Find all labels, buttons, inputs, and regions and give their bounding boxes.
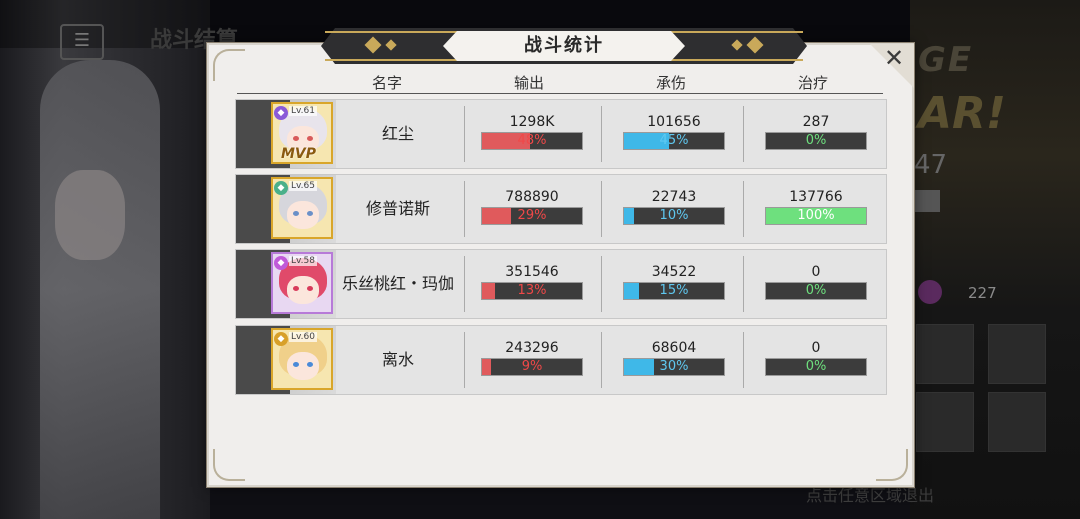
damage-bar: 48%: [481, 132, 583, 150]
column-divider: [743, 256, 744, 312]
character-name: 离水: [381, 350, 414, 369]
dialog-title: 战斗统计: [443, 31, 685, 61]
corner-ornament: [876, 449, 908, 481]
mvp-badge: MVP: [281, 146, 317, 162]
character-name: 红尘: [381, 124, 414, 143]
header-name: 名字: [371, 74, 402, 92]
side-value: 227: [968, 284, 997, 302]
damage-bar: 9%: [481, 358, 583, 376]
healing-bar: 100%: [765, 207, 867, 225]
class-icon: ◆: [274, 256, 288, 270]
avatar-face: [287, 201, 319, 229]
damage-value: 243296: [505, 340, 559, 356]
column-divider: [464, 256, 465, 312]
damage-taken-percent: 45%: [659, 133, 689, 148]
reward-slot: [916, 324, 974, 384]
close-icon[interactable]: ✕: [884, 44, 904, 72]
damage-bar: 13%: [481, 282, 583, 300]
column-divider: [743, 332, 744, 388]
healing-value: 0: [811, 340, 821, 356]
column-divider: [464, 106, 465, 162]
column-divider: [743, 106, 744, 162]
column-divider: [601, 256, 602, 312]
damage-taken-value: 101656: [647, 114, 701, 130]
table-row[interactable]: ◆ Lv.65 修普诺斯 788890 29% 22743 10% 137766…: [235, 174, 887, 244]
stage-text: GE: [918, 40, 974, 80]
clear-text: AR!: [918, 88, 1006, 139]
reward-slot: [988, 324, 1046, 384]
character-avatar[interactable]: ◆ Lv.65: [271, 177, 333, 239]
column-divider: [601, 106, 602, 162]
character-level: Lv.60: [289, 332, 317, 342]
damage-value: 1298K: [509, 114, 555, 130]
character-level: Lv.65: [289, 181, 317, 191]
damage-taken-bar: 15%: [623, 282, 725, 300]
header-divider: [237, 93, 883, 94]
column-divider: [464, 181, 465, 237]
dialog-title-bar: 战斗统计: [321, 28, 807, 64]
table-row[interactable]: ◆ Lv.61 MVP 红尘 1298K 48% 101656 45% 287 …: [235, 99, 887, 169]
header-damage-taken: 承伤: [655, 74, 686, 92]
column-divider: [743, 181, 744, 237]
character-avatar[interactable]: ◆ Lv.58: [271, 252, 333, 314]
character-level: Lv.58: [289, 256, 317, 266]
damage-value: 351546: [505, 264, 559, 280]
healing-bar: 0%: [765, 282, 867, 300]
damage-bar: 29%: [481, 207, 583, 225]
corner-ornament: [213, 449, 245, 481]
reward-slot: [916, 392, 974, 452]
class-icon: ◆: [274, 106, 288, 120]
result-menu-icon: ☰: [60, 24, 104, 60]
damage-percent: 13%: [517, 283, 547, 298]
column-divider: [601, 332, 602, 388]
character-avatar[interactable]: ◆ Lv.61 MVP: [271, 102, 333, 164]
healing-percent: 0%: [805, 359, 827, 374]
table-row[interactable]: ◆ Lv.58 乐丝桃红・玛伽 351546 13% 34522 15% 0 0…: [235, 249, 887, 319]
header-damage: 输出: [513, 74, 544, 92]
healing-percent: 0%: [805, 133, 827, 148]
side-number: 47: [914, 150, 948, 180]
character-name: 修普诺斯: [365, 199, 430, 218]
side-bar: [914, 190, 940, 212]
damage-taken-value: 22743: [651, 189, 697, 205]
header-healing: 治疗: [797, 74, 828, 92]
reward-orb-icon: [918, 280, 942, 304]
healing-value: 137766: [789, 189, 843, 205]
column-divider: [464, 332, 465, 388]
damage-taken-bar: 30%: [623, 358, 725, 376]
healing-percent: 0%: [805, 283, 827, 298]
avatar-face: [287, 352, 319, 380]
character-face: [55, 170, 125, 260]
damage-taken-value: 34522: [651, 264, 697, 280]
healing-value: 287: [802, 114, 830, 130]
class-icon: ◆: [274, 332, 288, 346]
damage-value: 788890: [505, 189, 559, 205]
damage-taken-percent: 30%: [659, 359, 689, 374]
damage-percent: 48%: [517, 133, 547, 148]
character-avatar[interactable]: ◆ Lv.60: [271, 328, 333, 390]
corner-ornament: [213, 49, 245, 81]
character-name: 乐丝桃红・玛伽: [341, 274, 454, 293]
healing-bar: 0%: [765, 132, 867, 150]
healing-bar: 0%: [765, 358, 867, 376]
class-icon: ◆: [274, 181, 288, 195]
damage-taken-percent: 10%: [659, 208, 689, 223]
healing-value: 0: [811, 264, 821, 280]
damage-percent: 9%: [521, 359, 543, 374]
character-level: Lv.61: [289, 106, 317, 116]
character-hair: [40, 60, 160, 519]
column-divider: [601, 181, 602, 237]
damage-taken-percent: 15%: [659, 283, 689, 298]
damage-taken-value: 68604: [651, 340, 697, 356]
reward-slot: [988, 392, 1046, 452]
healing-percent: 100%: [797, 208, 835, 223]
damage-percent: 29%: [517, 208, 547, 223]
table-row[interactable]: ◆ Lv.60 离水 243296 9% 68604 30% 0 0%: [235, 325, 887, 395]
damage-taken-bar: 10%: [623, 207, 725, 225]
damage-taken-bar: 45%: [623, 132, 725, 150]
avatar-face: [287, 276, 319, 304]
